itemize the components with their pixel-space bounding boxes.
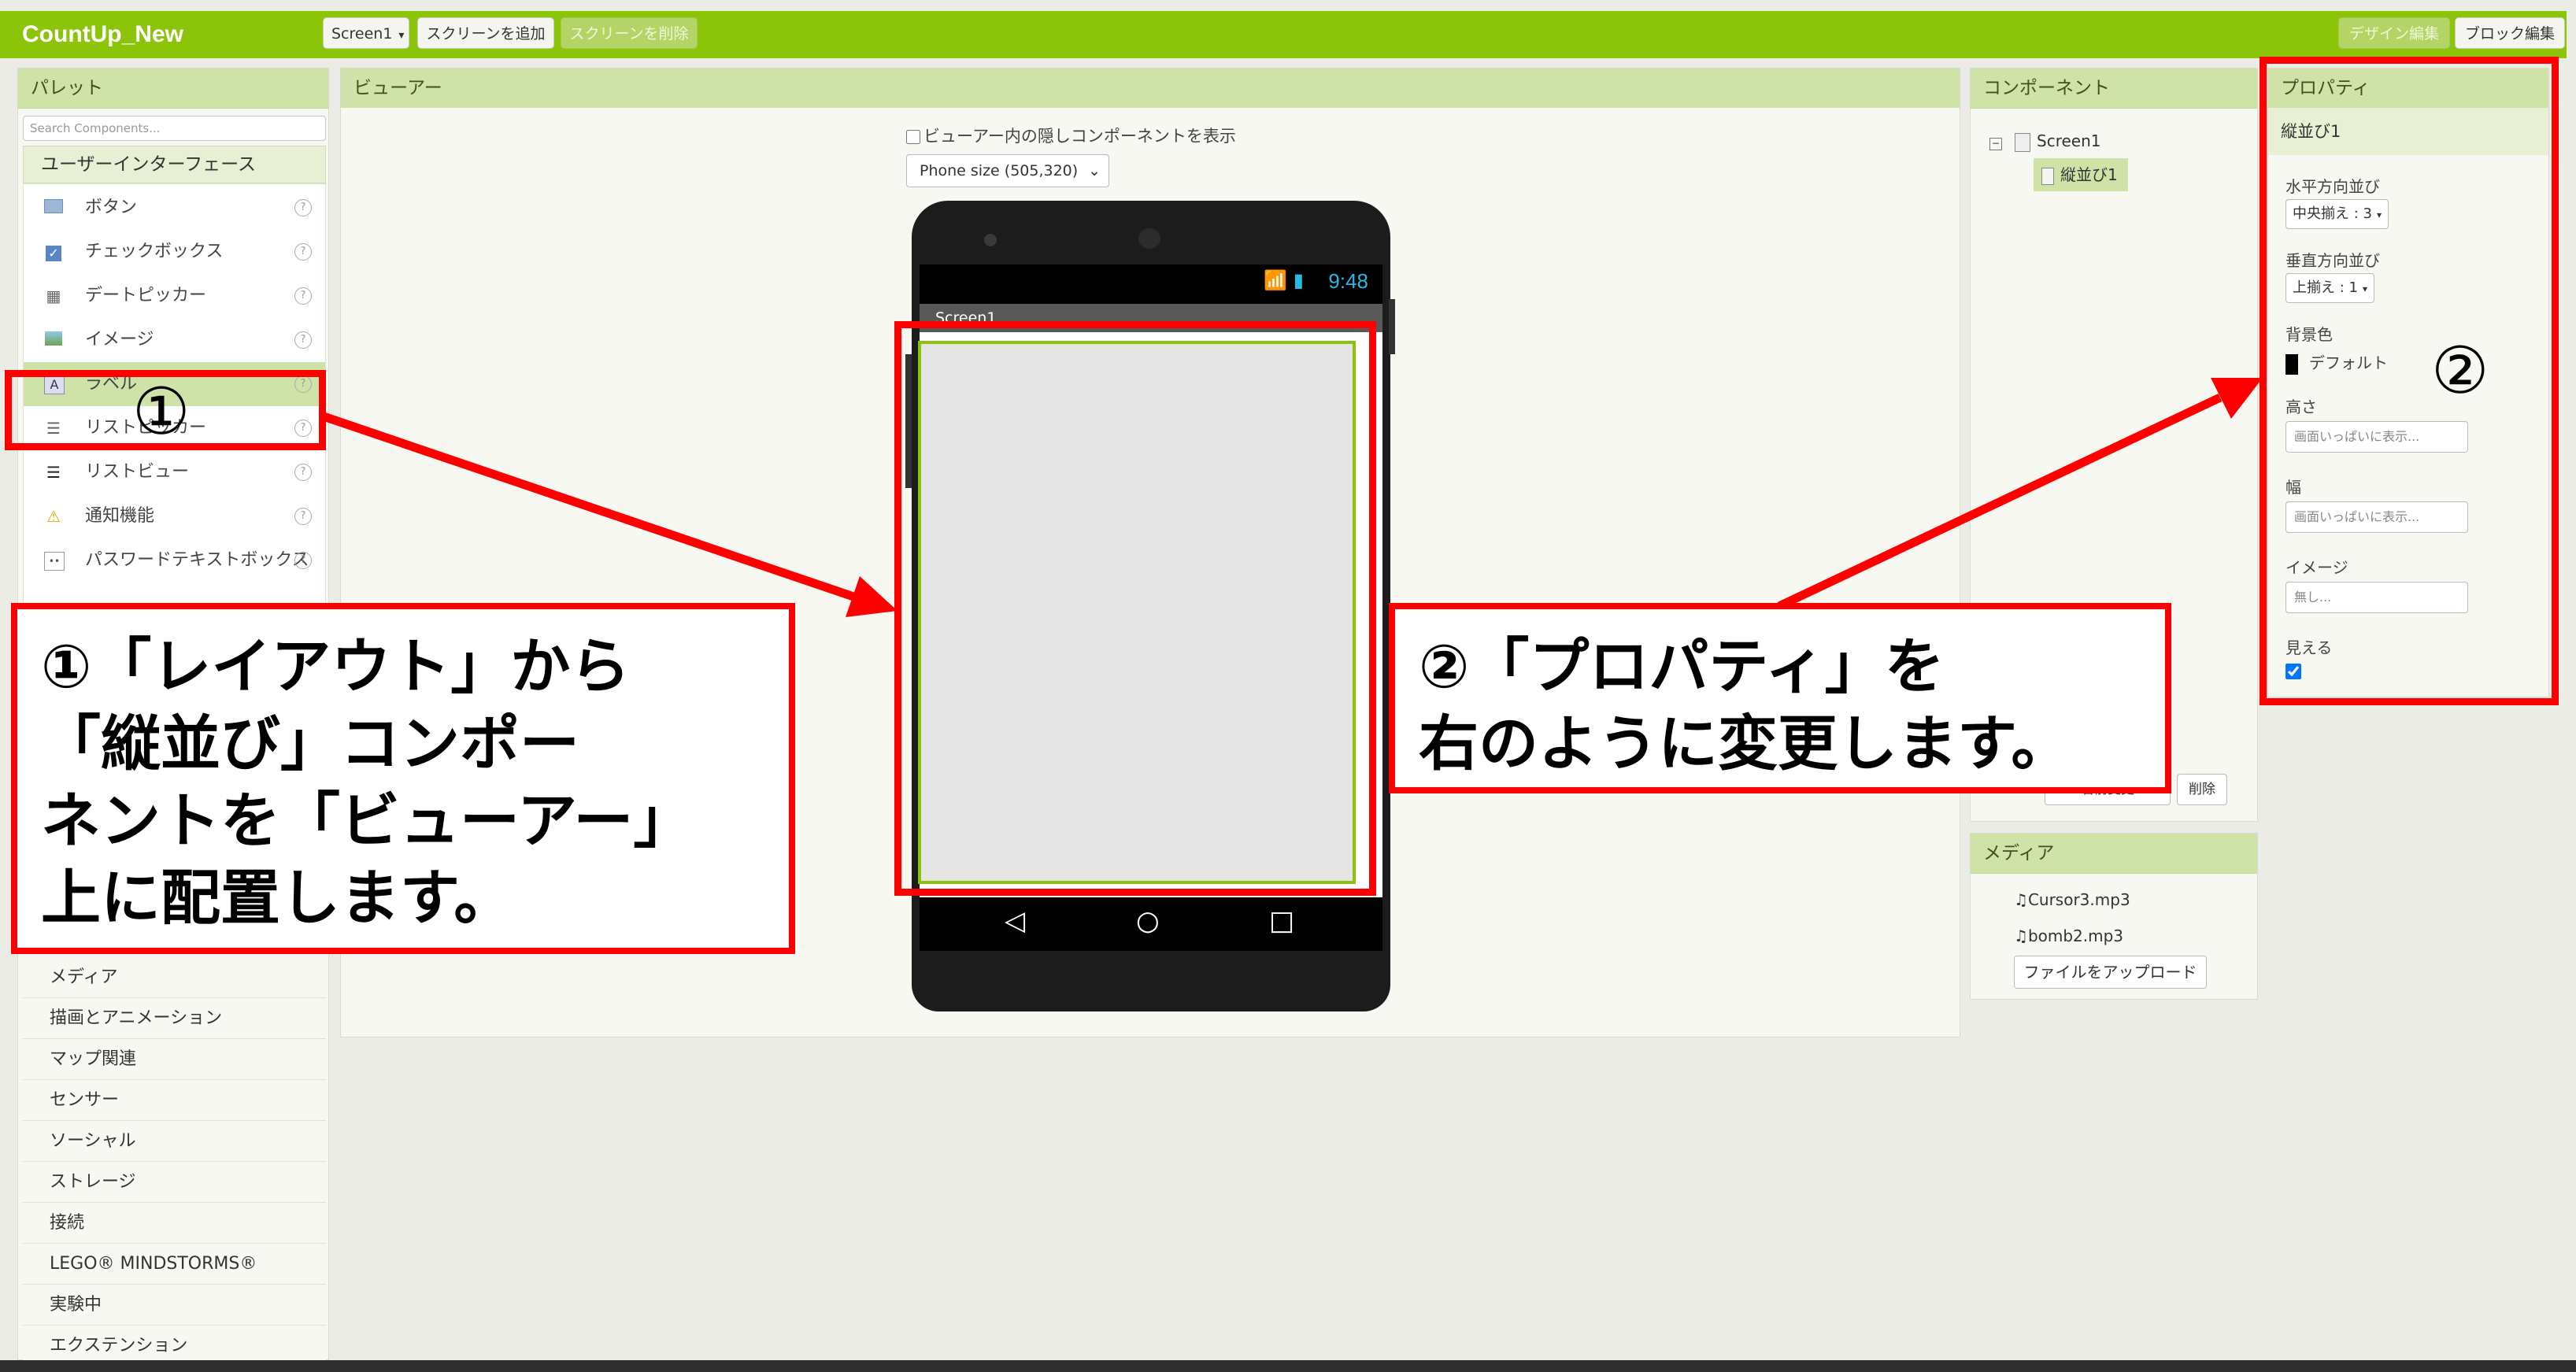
arrow-line-2 [1777,394,2223,610]
callout-2-line: ②「プロパティ」を [1419,631,1945,701]
callout-1-line: 「縦並び」コンポー [41,708,579,778]
marker-1: ① [132,375,191,449]
callout-1-line: ネントを「ビューアー」 [41,786,694,856]
arrowhead-1 [846,576,898,617]
arrow-line-1 [320,411,860,603]
callout-2: ②「プロパティ」を 右のように変更します。 [1389,603,2171,793]
bottom-strip [0,1360,2576,1372]
callout-1-line: 上に配置します。 [41,863,514,933]
callout-1-line: ①「レイアウト」から [41,631,631,701]
callout-2-line: 右のように変更します。 [1419,708,2071,778]
marker-2: ② [2431,334,2489,409]
callout-1: ①「レイアウト」から 「縦並び」コンポー ネントを「ビューアー」 上に配置します… [11,603,795,954]
